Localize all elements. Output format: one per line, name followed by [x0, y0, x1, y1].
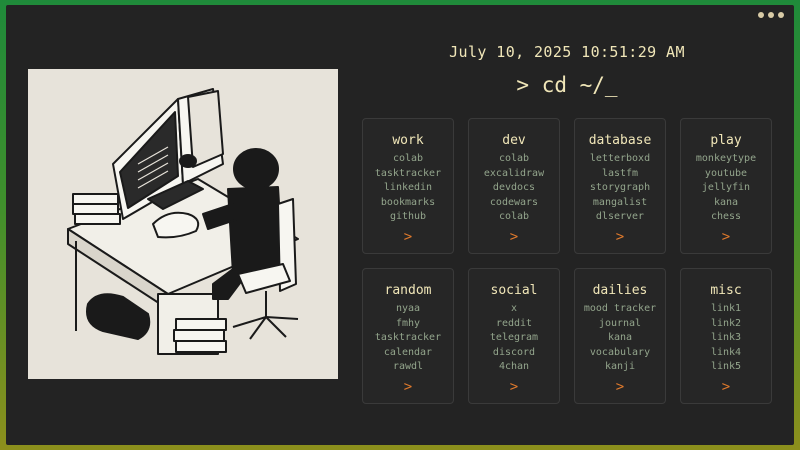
link-item[interactable]: github	[363, 210, 453, 225]
card-expand-arrow[interactable]: >	[363, 379, 453, 395]
card-social: social x reddit telegram discord 4chan >	[468, 268, 560, 404]
prompt-text: > cd ~/_	[516, 73, 618, 97]
link-item[interactable]: devdocs	[469, 181, 559, 196]
card-title: play	[710, 133, 742, 148]
card-random: random nyaa fmhy tasktracker calendar ra…	[362, 268, 454, 404]
card-expand-arrow[interactable]: >	[681, 229, 771, 245]
person-at-computer-illustration	[28, 69, 338, 379]
link-item[interactable]: tasktracker	[363, 167, 453, 182]
link-item[interactable]: jellyfin	[681, 181, 771, 196]
link-item[interactable]: tasktracker	[363, 331, 453, 346]
link-item[interactable]: chess	[681, 210, 771, 225]
link-item[interactable]: telegram	[469, 331, 559, 346]
link-item[interactable]: codewars	[469, 196, 559, 211]
link-item[interactable]: x	[469, 302, 559, 317]
link-item[interactable]: mood tracker	[575, 302, 665, 317]
link-item[interactable]: discord	[469, 346, 559, 361]
card-misc: misc link1 link2 link3 link4 link5 >	[680, 268, 772, 404]
link-item[interactable]: colab	[363, 152, 453, 167]
card-title: misc	[710, 283, 742, 298]
link-item[interactable]: excalidraw	[469, 167, 559, 182]
link-item[interactable]: link4	[681, 346, 771, 361]
card-expand-arrow[interactable]: >	[681, 379, 771, 395]
dot-icon	[758, 12, 764, 18]
link-card-grid: work colab tasktracker linkedin bookmark…	[362, 118, 772, 407]
card-expand-arrow[interactable]: >	[469, 229, 559, 245]
link-item[interactable]: kana	[575, 331, 665, 346]
link-item[interactable]: monkeytype	[681, 152, 771, 167]
card-title: dev	[502, 133, 526, 148]
card-expand-arrow[interactable]: >	[575, 229, 665, 245]
card-expand-arrow[interactable]: >	[469, 379, 559, 395]
link-item[interactable]: link5	[681, 360, 771, 375]
link-item[interactable]: kanji	[575, 360, 665, 375]
link-item[interactable]: youtube	[681, 167, 771, 182]
link-item[interactable]: colab	[469, 152, 559, 167]
link-item[interactable]: colab	[469, 210, 559, 225]
link-item[interactable]: 4chan	[469, 360, 559, 375]
link-item[interactable]: bookmarks	[363, 196, 453, 211]
datetime-display: July 10, 2025 10:51:29 AM	[449, 43, 685, 61]
link-item[interactable]: lastfm	[575, 167, 665, 182]
link-item[interactable]: link2	[681, 317, 771, 332]
more-dots-icon[interactable]	[758, 12, 784, 18]
card-expand-arrow[interactable]: >	[575, 379, 665, 395]
card-title: random	[384, 283, 432, 298]
card-work: work colab tasktracker linkedin bookmark…	[362, 118, 454, 254]
link-item[interactable]: calendar	[363, 346, 453, 361]
startpage-window: July 10, 2025 10:51:29 AM > cd ~/_ work …	[6, 5, 794, 445]
link-item[interactable]: rawdl	[363, 360, 453, 375]
link-item[interactable]: fmhy	[363, 317, 453, 332]
card-title: dailies	[592, 283, 648, 298]
link-item[interactable]: mangalist	[575, 196, 665, 211]
card-dev: dev colab excalidraw devdocs codewars co…	[468, 118, 560, 254]
link-item[interactable]: reddit	[469, 317, 559, 332]
link-item[interactable]: link3	[681, 331, 771, 346]
link-item[interactable]: storygraph	[575, 181, 665, 196]
dot-icon	[778, 12, 784, 18]
card-title: social	[490, 283, 538, 298]
link-item[interactable]: journal	[575, 317, 665, 332]
card-dailies: dailies mood tracker journal kana vocabu…	[574, 268, 666, 404]
link-item[interactable]: dlserver	[575, 210, 665, 225]
link-item[interactable]: letterboxd	[575, 152, 665, 167]
link-item[interactable]: linkedin	[363, 181, 453, 196]
card-title: database	[588, 133, 652, 148]
card-database: database letterboxd lastfm storygraph ma…	[574, 118, 666, 254]
card-play: play monkeytype youtube jellyfin kana ch…	[680, 118, 772, 254]
card-expand-arrow[interactable]: >	[363, 229, 453, 245]
link-item[interactable]: nyaa	[363, 302, 453, 317]
link-item[interactable]: kana	[681, 196, 771, 211]
link-item[interactable]: link1	[681, 302, 771, 317]
dot-icon	[768, 12, 774, 18]
link-item[interactable]: vocabulary	[575, 346, 665, 361]
card-title: work	[392, 133, 424, 148]
